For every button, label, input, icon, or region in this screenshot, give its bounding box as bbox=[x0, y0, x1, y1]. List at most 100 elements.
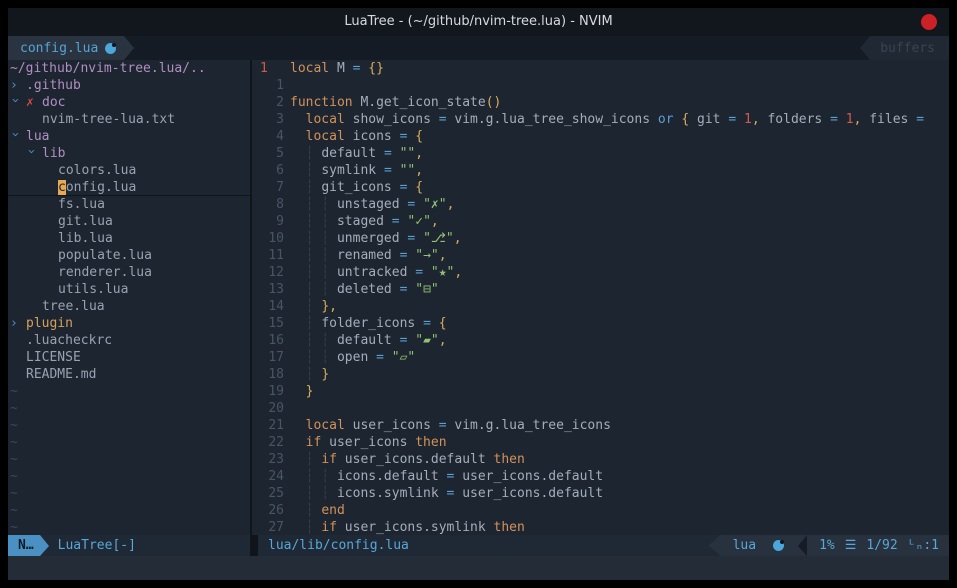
tilde-marker: ~ bbox=[8, 452, 18, 467]
code-line[interactable]: 10 ┆ ┆ unmerged = "⎇", bbox=[252, 230, 949, 247]
line-col-indicator: ᴸₙ:1 bbox=[908, 538, 939, 553]
code-line[interactable]: 12 ┆ ┆ untracked = "★", bbox=[252, 264, 949, 281]
relative-line-number: 12 bbox=[252, 264, 284, 281]
tree-item-label: fs.lua bbox=[58, 197, 105, 212]
relative-line-number: 9 bbox=[252, 213, 284, 230]
tree-item[interactable]: ~/github/nvim-tree.lua/.. bbox=[8, 60, 250, 77]
code-line-text: ┆ }, bbox=[284, 299, 337, 314]
buffers-label[interactable]: buffers bbox=[870, 36, 949, 60]
tree-item[interactable]: README.md bbox=[8, 366, 250, 383]
code-line[interactable]: 24 ┆ ┆ icons.default = user_icons.defaul… bbox=[252, 468, 949, 485]
code-line[interactable]: 1local M = {} bbox=[252, 60, 949, 77]
tree-item[interactable]: colors.lua bbox=[8, 162, 250, 179]
tree-item[interactable]: utils.lua bbox=[8, 281, 250, 298]
tree-item[interactable]: nvim-tree-lua.txt bbox=[8, 111, 250, 128]
tree-item[interactable]: ›✗doc bbox=[8, 94, 250, 111]
code-line[interactable]: 11 ┆ ┆ renamed = "→", bbox=[252, 247, 949, 264]
code-line-text: local show_icons = vim.g.lua_tree_show_i… bbox=[284, 112, 924, 127]
tree-item[interactable]: .luacheckrc bbox=[8, 332, 250, 349]
titlebar: LuaTree - (~/github/nvim-tree.lua) - NVI… bbox=[8, 8, 949, 36]
code-line-text: ┆ ┆ open = "▱" bbox=[284, 350, 415, 365]
tree-item-label: config.lua bbox=[58, 180, 136, 195]
code-line[interactable]: 8 ┆ ┆ unstaged = "✗", bbox=[252, 196, 949, 213]
tree-item[interactable]: ›lua bbox=[8, 128, 250, 145]
code-line[interactable]: 20 bbox=[252, 400, 949, 417]
tilde-marker: ~ bbox=[8, 469, 18, 484]
tree-item-label: populate.lua bbox=[58, 248, 152, 263]
statusline: N… LuaTree[-] lua/lib/config.lua lua 1% … bbox=[8, 535, 949, 556]
close-button[interactable] bbox=[921, 14, 937, 30]
code-line[interactable]: 22 if user_icons then bbox=[252, 434, 949, 451]
statusline-right: lua 1% ☰ 1/92 ᴸₙ:1 bbox=[709, 535, 949, 556]
tree-item[interactable]: ›.github bbox=[8, 77, 250, 94]
tree-item-label: lib.lua bbox=[58, 231, 113, 246]
tree-item-label: .github bbox=[26, 78, 81, 93]
code-line[interactable]: 25 ┆ ┆ icons.symlink = user_icons.defaul… bbox=[252, 485, 949, 502]
relative-line-number: 6 bbox=[252, 162, 284, 179]
relative-line-number: 3 bbox=[252, 111, 284, 128]
relative-line-number: 2 bbox=[252, 94, 284, 111]
code-line[interactable]: 13 ┆ ┆ deleted = "⊟" bbox=[252, 281, 949, 298]
tree-item[interactable]: tree.lua bbox=[8, 298, 250, 315]
code-line[interactable]: 26 ┆ end bbox=[252, 502, 949, 519]
command-line[interactable] bbox=[8, 556, 949, 580]
code-pane: 1local M = {}12function M.get_icon_state… bbox=[252, 60, 949, 535]
relative-line-number: 5 bbox=[252, 145, 284, 162]
tree-item-label: git.lua bbox=[58, 214, 113, 229]
code-line[interactable]: 6 ┆ symlink = "", bbox=[252, 162, 949, 179]
relative-line-number: 1 bbox=[252, 77, 284, 94]
code-line-text: local user_icons = vim.g.lua_tree_icons bbox=[284, 418, 611, 433]
tree-item[interactable]: ›lib bbox=[8, 145, 250, 162]
code-line-text: } bbox=[284, 384, 313, 399]
relative-line-number: 4 bbox=[252, 128, 284, 145]
code-line[interactable]: 9 ┆ ┆ staged = "✓", bbox=[252, 213, 949, 230]
tree-item[interactable]: populate.lua bbox=[8, 247, 250, 264]
code-line-text: ┆ if user_icons.default then bbox=[284, 452, 525, 467]
code-line[interactable]: 14 ┆ }, bbox=[252, 298, 949, 315]
empty-line: ~ bbox=[8, 502, 250, 519]
code-line[interactable]: 15 ┆ folder_icons = { bbox=[252, 315, 949, 332]
tree-item[interactable]: config.lua bbox=[8, 179, 250, 196]
code-line-text bbox=[284, 78, 290, 93]
code-line[interactable]: 17 ┆ ┆ open = "▱" bbox=[252, 349, 949, 366]
empty-line: ~ bbox=[8, 519, 250, 535]
code-line-text: ┆ symlink = "", bbox=[284, 163, 423, 178]
code-line-text: ┆ ┆ unstaged = "✗", bbox=[284, 197, 454, 212]
code-line[interactable]: 19 } bbox=[252, 383, 949, 400]
cursor: c bbox=[58, 180, 66, 195]
tree-item-label: renderer.lua bbox=[58, 265, 152, 280]
code-line[interactable]: 7 ┆ git_icons = { bbox=[252, 179, 949, 196]
code-line[interactable]: 5 ┆ default = "", bbox=[252, 145, 949, 162]
code-line[interactable]: 1 bbox=[252, 77, 949, 94]
scroll-percent: 1% bbox=[819, 538, 835, 553]
tree-item-label: colors.lua bbox=[58, 163, 136, 178]
code-line[interactable]: 2function M.get_icon_state() bbox=[252, 94, 949, 111]
code-line-text: ┆ ┆ deleted = "⊟" bbox=[284, 282, 439, 297]
tree-item[interactable]: ›plugin bbox=[8, 315, 250, 332]
tree-item[interactable]: git.lua bbox=[8, 213, 250, 230]
code-line[interactable]: 16 ┆ ┆ default = "▰", bbox=[252, 332, 949, 349]
code-line[interactable]: 27 ┆ if user_icons.symlink then bbox=[252, 519, 949, 535]
code-line[interactable]: 23 ┆ if user_icons.default then bbox=[252, 451, 949, 468]
relative-line-number: 23 bbox=[252, 451, 284, 468]
empty-line: ~ bbox=[8, 451, 250, 468]
code-line[interactable]: 21 local user_icons = vim.g.lua_tree_ico… bbox=[252, 417, 949, 434]
tilde-marker: ~ bbox=[8, 503, 18, 518]
code-line[interactable]: 18 ┆ } bbox=[252, 366, 949, 383]
tree-item[interactable]: lib.lua bbox=[8, 230, 250, 247]
mode-text: N… bbox=[18, 538, 34, 553]
tree-item[interactable]: LICENSE bbox=[8, 349, 250, 366]
statusline-divider bbox=[250, 535, 258, 556]
tab-config-lua[interactable]: config.lua bbox=[8, 36, 124, 60]
code-line[interactable]: 4 local icons = { bbox=[252, 128, 949, 145]
code-line-text: ┆ ┆ icons.default = user_icons.default bbox=[284, 469, 603, 484]
code-line[interactable]: 3 local show_icons = vim.g.lua_tree_show… bbox=[252, 111, 949, 128]
code-line-text: ┆ end bbox=[284, 503, 345, 518]
relative-line-number: 25 bbox=[252, 485, 284, 502]
tilde-marker: ~ bbox=[8, 486, 18, 501]
tree-item[interactable]: renderer.lua bbox=[8, 264, 250, 281]
tree-buffer-name: LuaTree[-] bbox=[58, 538, 136, 553]
tilde-marker: ~ bbox=[8, 401, 18, 416]
tree-item[interactable]: fs.lua bbox=[8, 196, 250, 213]
relative-line-number: 11 bbox=[252, 247, 284, 264]
